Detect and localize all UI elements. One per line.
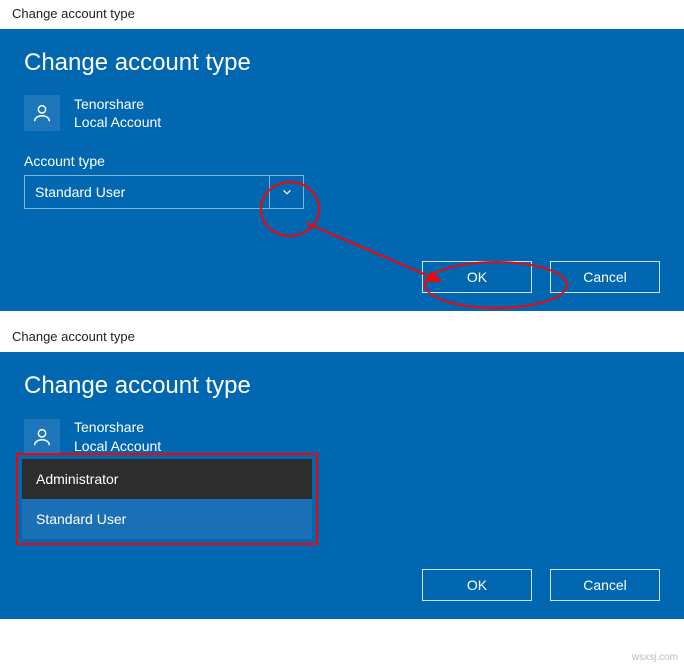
window-closed-dropdown: Change account type Change account type …	[0, 0, 684, 311]
panel-1: Change account type Tenorshare Local Acc…	[0, 29, 684, 311]
user-avatar-icon	[24, 95, 60, 131]
chevron-down-icon	[280, 185, 294, 199]
titlebar-1: Change account type	[0, 0, 684, 29]
cancel-label-1: Cancel	[583, 269, 627, 285]
user-name-2: Tenorshare	[74, 418, 161, 436]
ok-button-2[interactable]: OK	[422, 569, 532, 601]
dropdown-selected-value: Standard User	[25, 176, 269, 208]
user-row-1: Tenorshare Local Account	[24, 95, 660, 131]
panel-2: Change account type Tenorshare Local Acc…	[0, 352, 684, 618]
account-type-label: Account type	[24, 153, 660, 169]
panel-title-1: Change account type	[24, 49, 660, 77]
option-admin-label: Administrator	[36, 471, 118, 487]
user-avatar-icon-2	[24, 419, 60, 455]
button-row-2: OK Cancel	[24, 569, 660, 601]
user-sub-1: Local Account	[74, 113, 161, 131]
user-sub-2: Local Account	[74, 437, 161, 455]
ok-label-1: OK	[467, 269, 487, 285]
titlebar-text-1: Change account type	[12, 6, 135, 21]
cancel-button[interactable]: Cancel	[550, 261, 660, 293]
cancel-button-2[interactable]: Cancel	[550, 569, 660, 601]
user-text-1: Tenorshare Local Account	[74, 95, 161, 131]
account-type-dropdown[interactable]: Standard User	[24, 175, 304, 209]
dropdown-toggle-button[interactable]	[269, 176, 303, 208]
user-name-1: Tenorshare	[74, 95, 161, 113]
option-standard-user[interactable]: Standard User	[22, 499, 312, 539]
option-std-label: Standard User	[36, 511, 126, 527]
user-text-2: Tenorshare Local Account	[74, 418, 161, 454]
user-row-2: Tenorshare Local Account	[24, 418, 660, 454]
account-type-options-list: Administrator Standard User	[22, 459, 312, 539]
titlebar-text-2: Change account type	[12, 329, 135, 344]
cancel-label-2: Cancel	[583, 577, 627, 593]
panel-title-2: Change account type	[24, 372, 660, 400]
ok-button[interactable]: OK	[422, 261, 532, 293]
option-administrator[interactable]: Administrator	[22, 459, 312, 499]
titlebar-2: Change account type	[0, 323, 684, 352]
window-open-dropdown: Change account type Change account type …	[0, 323, 684, 618]
watermark-text: wsxsj.com	[632, 652, 678, 663]
ok-label-2: OK	[467, 577, 487, 593]
button-row-1: OK Cancel	[24, 261, 660, 293]
